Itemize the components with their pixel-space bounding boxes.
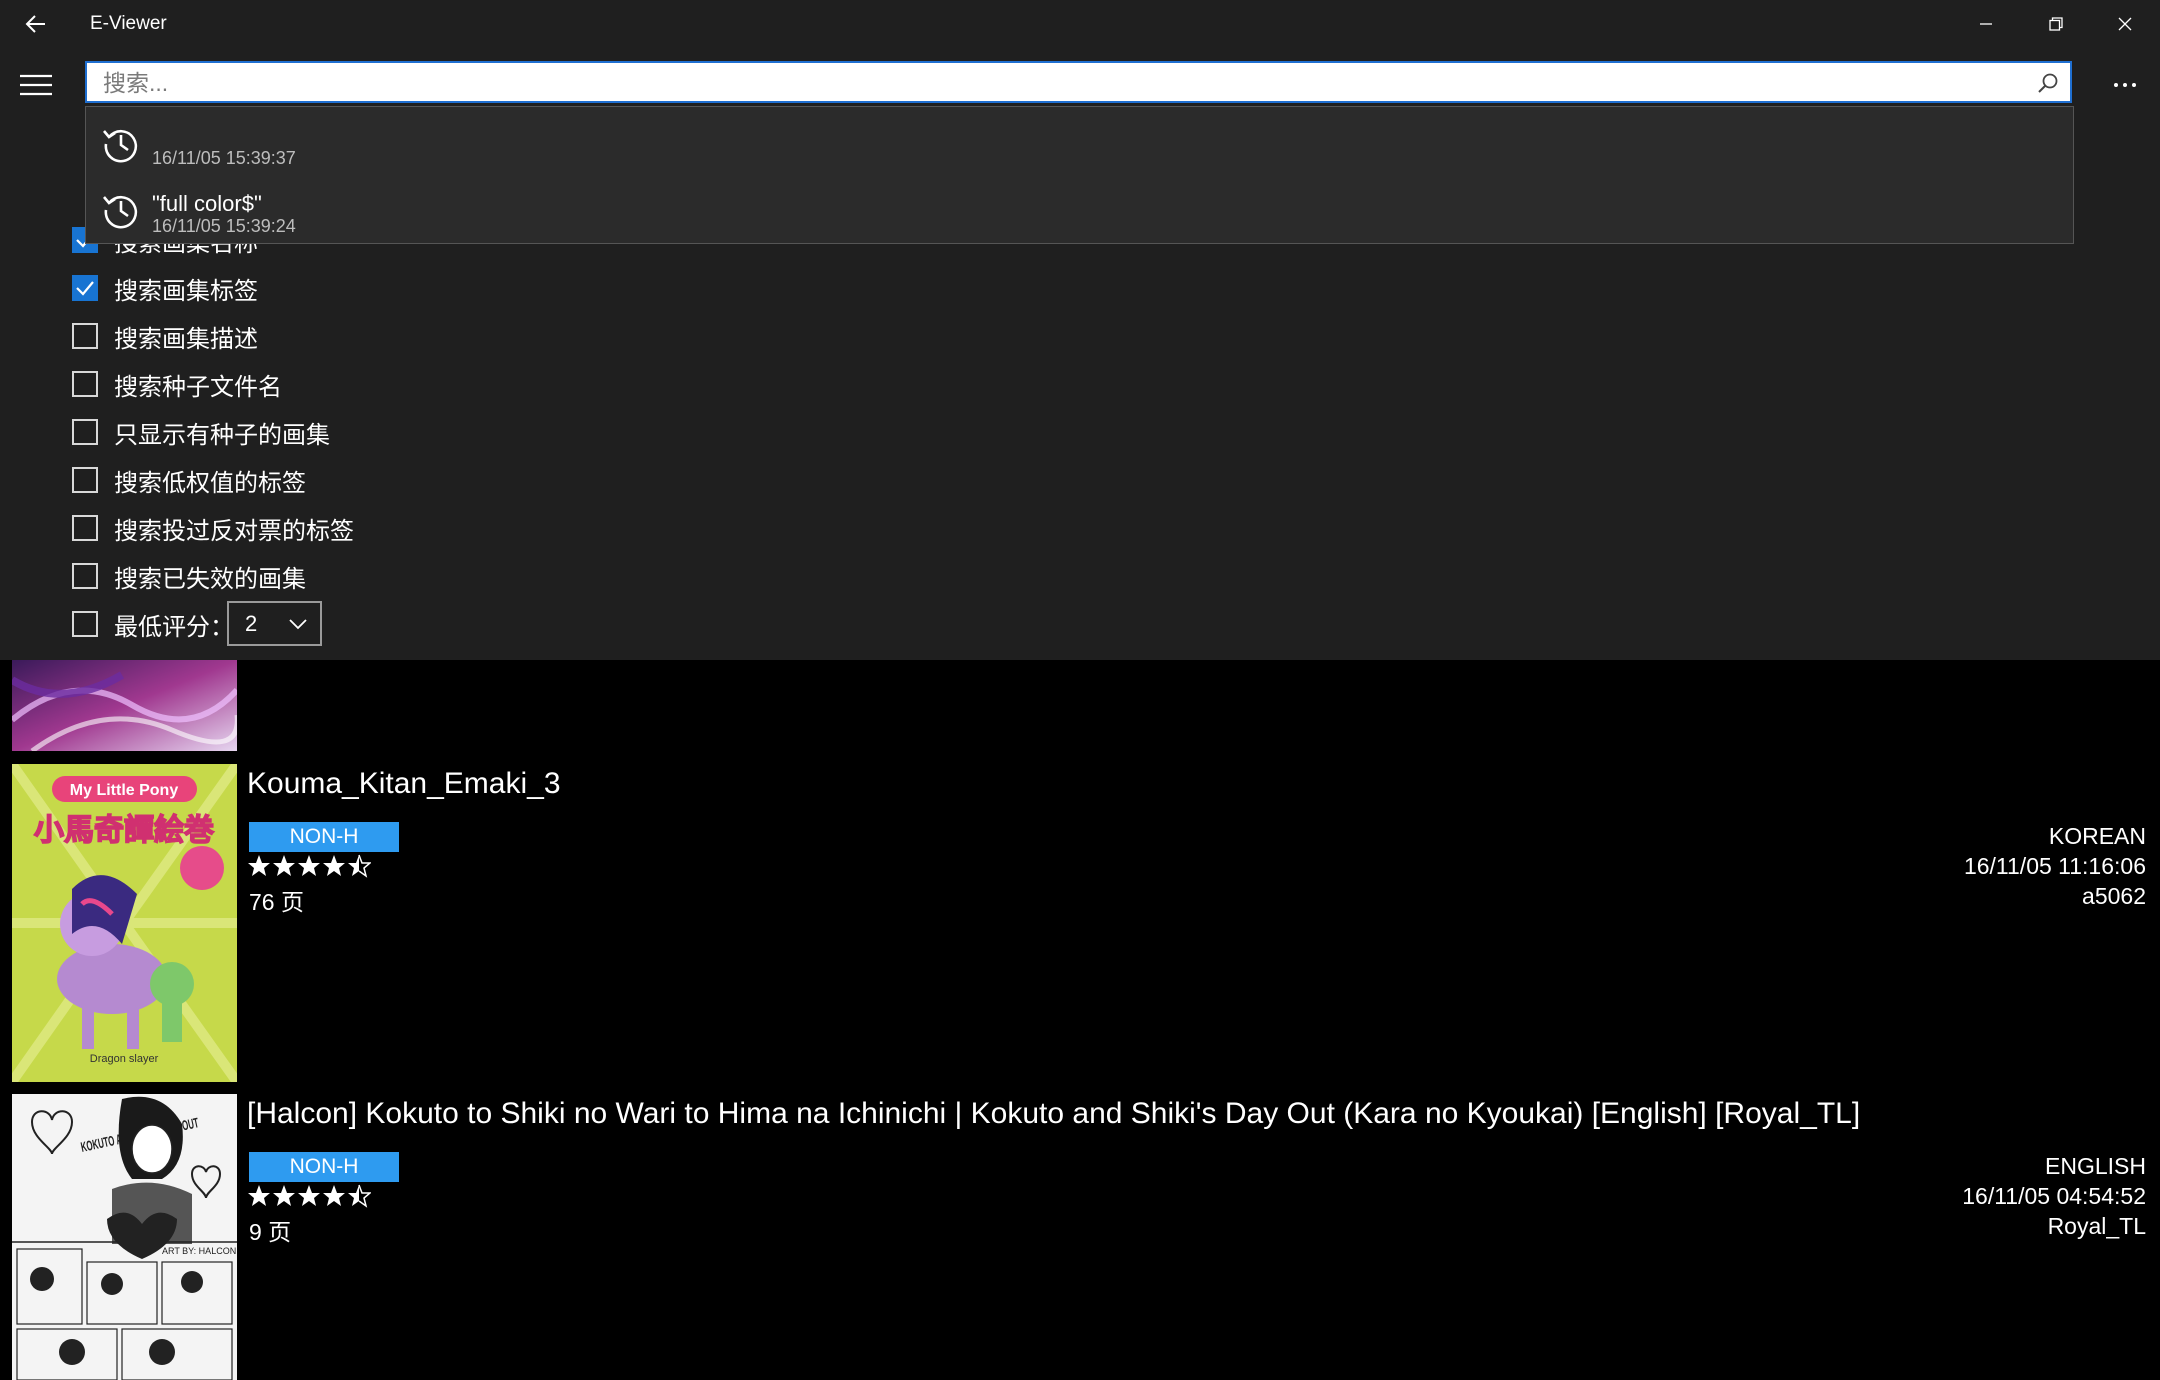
cover-image	[12, 660, 237, 751]
cover-image: My Little Pony 小馬奇譚絵巻 Dragon slayer	[12, 764, 237, 1082]
option-search-tags[interactable]: 搜索画集标签	[72, 268, 258, 308]
checkbox[interactable]	[72, 563, 98, 589]
cover-top-text: My Little Pony	[70, 782, 179, 799]
gallery-uploader: a5062	[2082, 883, 2146, 909]
min-rating-value: 2	[245, 610, 258, 636]
option-only-with-torrents[interactable]: 只显示有种子的画集	[72, 412, 330, 452]
gallery-thumbnail[interactable]: My Little Pony 小馬奇譚絵巻 Dragon slayer	[12, 764, 237, 1082]
option-label: 搜索种子文件名	[114, 373, 282, 401]
back-button[interactable]	[0, 0, 72, 48]
suggestion-time: 16/11/05 15:39:37	[152, 148, 296, 168]
category-badge: NON-H	[249, 1152, 399, 1182]
checkbox[interactable]	[72, 611, 98, 637]
checkbox[interactable]	[72, 323, 98, 349]
restore-button[interactable]	[2021, 0, 2090, 48]
gallery-uploader: Royal_TL	[2047, 1213, 2146, 1239]
star-icon	[323, 855, 345, 876]
checkbox[interactable]	[72, 419, 98, 445]
suggestion-item[interactable]: "full color$" 16/11/05 15:39:24	[86, 175, 2073, 241]
cover-jp-title: 小馬奇譚絵巻	[34, 813, 214, 848]
history-icon	[103, 195, 138, 229]
page-count: 9 页	[249, 1219, 292, 1245]
option-search-description[interactable]: 搜索画集描述	[72, 316, 258, 356]
option-label: 搜索投过反对票的标签	[114, 517, 354, 545]
option-label: 搜索低权值的标签	[114, 469, 306, 497]
restore-icon	[2048, 17, 2063, 31]
hamburger-menu-button[interactable]	[8, 60, 64, 110]
checkbox[interactable]	[72, 467, 98, 493]
gallery-posted-time: 16/11/05 04:54:52	[1962, 1183, 2146, 1209]
option-label: 搜索已失效的画集	[114, 565, 306, 593]
minimize-icon	[1979, 23, 1992, 25]
star-icon	[273, 855, 295, 876]
option-search-expunged[interactable]: 搜索已失效的画集	[72, 556, 306, 596]
star-icon	[323, 1185, 345, 1206]
star-icon	[248, 855, 270, 876]
suggestion-text: "full color$"	[152, 191, 262, 216]
close-icon	[2118, 17, 2131, 31]
category-badge: NON-H	[249, 822, 399, 852]
cover-bottom-text: Dragon slayer	[90, 1053, 159, 1065]
suggestion-time: 16/11/05 15:39:24	[152, 216, 296, 236]
suggestion-item[interactable]: 16/11/05 15:39:37	[86, 109, 2073, 175]
checkbox[interactable]	[72, 275, 98, 301]
gallery-row[interactable]	[0, 1092, 2160, 1380]
option-label: 最低评分：	[114, 613, 234, 641]
gallery-language: ENGLISH	[2045, 1153, 2146, 1179]
option-search-low-power-tags[interactable]: 搜索低权值的标签	[72, 460, 306, 500]
half-star-icon	[348, 854, 371, 878]
back-arrow-icon	[25, 15, 45, 33]
search-input[interactable]	[101, 63, 2005, 103]
star-icon	[298, 1185, 320, 1206]
gallery-language: KOREAN	[2048, 823, 2146, 849]
half-star-icon	[348, 1184, 371, 1208]
option-search-torrent-filename[interactable]: 搜索种子文件名	[72, 364, 282, 404]
hamburger-icon	[20, 74, 52, 96]
search-icon[interactable]	[2036, 71, 2060, 95]
star-icon	[248, 1185, 270, 1206]
gallery-thumbnail-partial[interactable]	[12, 660, 237, 751]
gallery-posted-time: 16/11/05 11:16:06	[1963, 853, 2146, 879]
gallery-title: Kouma_Kitan_Emaki_3	[247, 767, 561, 800]
option-label: 只显示有种子的画集	[114, 421, 330, 449]
star-icon	[273, 1185, 295, 1206]
star-icon	[298, 855, 320, 876]
app-title: E-Viewer	[90, 13, 167, 34]
option-label: 搜索画集标签	[114, 277, 258, 305]
chevron-down-icon	[289, 618, 307, 629]
gallery-row[interactable]	[0, 762, 2160, 1082]
cover-credit-text: ART BY: HALCON	[162, 1246, 236, 1256]
close-button[interactable]	[2090, 0, 2159, 48]
more-icon	[2114, 83, 2136, 87]
gallery-thumbnail[interactable]: KOKUTO AND SHIKI'S DAY OUT ART BY: HALCO…	[12, 1094, 237, 1380]
rating-stars	[247, 1184, 371, 1212]
option-min-rating[interactable]: 最低评分：	[72, 604, 234, 644]
option-search-downvoted-tags[interactable]: 搜索投过反对票的标签	[72, 508, 354, 548]
page-count: 76 页	[249, 889, 304, 915]
minimize-button[interactable]	[1951, 0, 2020, 48]
search-suggestions: 16/11/05 15:39:37 "full color$" 16/11/05…	[85, 106, 2074, 244]
option-label: 搜索画集描述	[114, 325, 258, 353]
search-box	[85, 61, 2072, 103]
gallery-title: [Halcon] Kokuto to Shiki no Wari to Hima…	[247, 1097, 1861, 1130]
rating-stars	[247, 854, 371, 882]
min-rating-select[interactable]: 2	[227, 601, 322, 646]
history-icon	[103, 129, 138, 163]
title-bar	[0, 0, 2160, 48]
checkbox[interactable]	[72, 371, 98, 397]
more-options-button[interactable]	[2100, 60, 2150, 110]
checkbox[interactable]	[72, 515, 98, 541]
cover-image: KOKUTO AND SHIKI'S DAY OUT ART BY: HALCO…	[12, 1094, 237, 1380]
checkmark-icon	[76, 281, 94, 296]
